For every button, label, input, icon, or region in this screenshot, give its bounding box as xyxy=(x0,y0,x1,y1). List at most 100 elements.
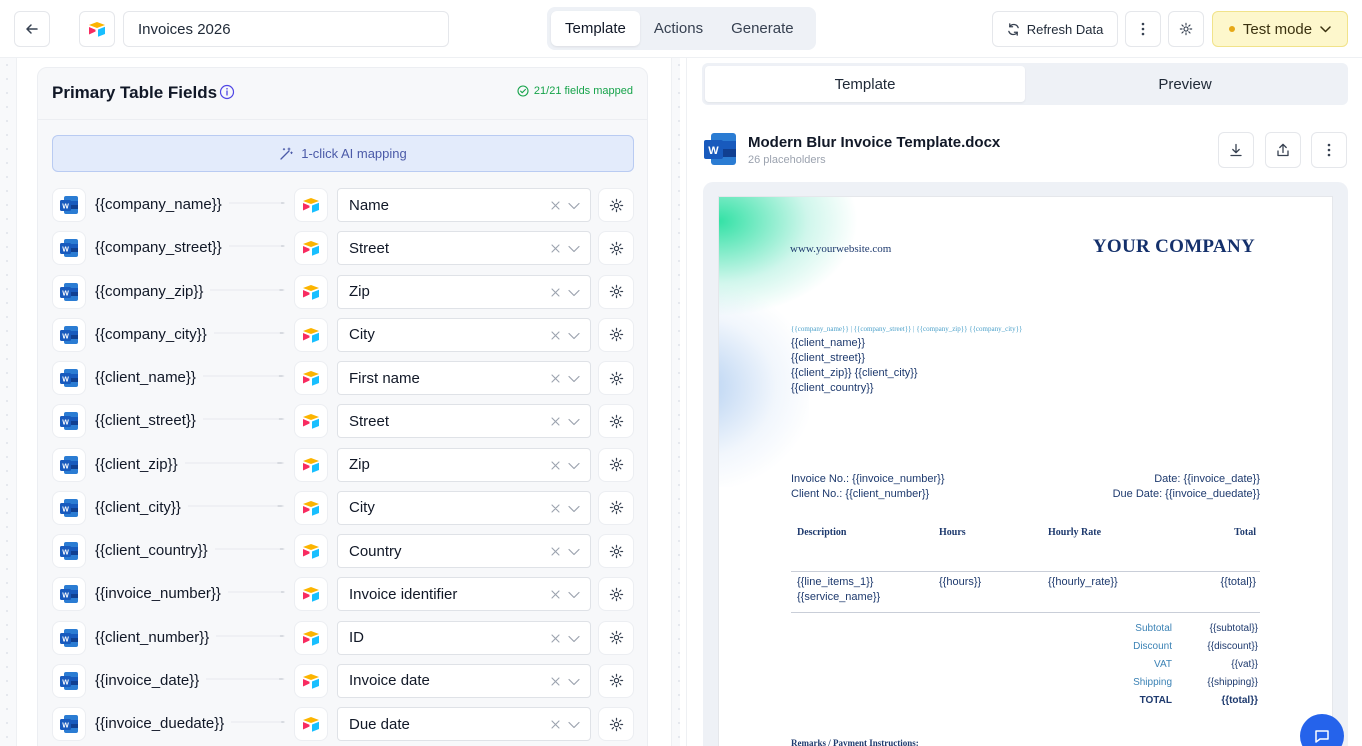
fields-mapped-label: 21/21 fields mapped xyxy=(533,85,633,97)
arrow-right-icon xyxy=(228,591,286,594)
arrow-right-icon xyxy=(215,548,285,550)
airtable-icon xyxy=(303,414,319,429)
gear-icon xyxy=(609,501,623,515)
chevron-down-icon[interactable] xyxy=(568,548,580,556)
more-menu-button[interactable] xyxy=(1125,11,1161,47)
airtable-field-badge xyxy=(294,404,328,439)
field-select-value: First name xyxy=(349,369,420,387)
upload-button[interactable] xyxy=(1265,132,1301,168)
chevron-down-icon[interactable] xyxy=(568,591,580,599)
chevron-down-icon[interactable] xyxy=(568,332,580,340)
download-button[interactable] xyxy=(1218,132,1254,168)
back-button[interactable] xyxy=(14,11,50,47)
settings-button[interactable] xyxy=(1168,11,1204,47)
field-settings-button[interactable] xyxy=(598,317,634,352)
clear-icon[interactable] xyxy=(551,633,560,643)
field-settings-button[interactable] xyxy=(598,620,634,655)
tab-generate[interactable]: Generate xyxy=(717,11,808,46)
field-select[interactable]: Country xyxy=(337,534,591,568)
chevron-down-icon[interactable] xyxy=(568,678,580,686)
field-select[interactable]: ID xyxy=(337,620,591,655)
field-select[interactable]: Zip xyxy=(337,274,591,309)
clear-icon[interactable] xyxy=(551,201,560,210)
field-select[interactable]: Invoice identifier xyxy=(337,577,591,612)
clear-icon[interactable] xyxy=(551,331,560,340)
chevron-down-icon[interactable] xyxy=(568,462,580,470)
info-icon[interactable] xyxy=(219,84,235,100)
field-select-value: Zip xyxy=(349,283,370,300)
field-select[interactable]: Street xyxy=(337,231,591,266)
field-settings-button[interactable] xyxy=(598,490,634,525)
clear-icon[interactable] xyxy=(551,677,560,686)
field-settings-button[interactable] xyxy=(598,274,634,309)
clear-icon[interactable] xyxy=(551,417,560,426)
airtable-icon xyxy=(303,241,319,256)
placeholder-name: {{company_zip}} xyxy=(95,282,204,300)
field-select[interactable]: City xyxy=(337,317,591,352)
chevron-down-icon[interactable] xyxy=(568,505,580,513)
airtable-icon xyxy=(303,717,319,732)
chevron-down-icon[interactable] xyxy=(568,721,580,729)
project-title-input[interactable] xyxy=(123,11,449,47)
field-select-value: Street xyxy=(349,412,390,430)
clear-icon[interactable] xyxy=(551,460,560,470)
more-vertical-icon xyxy=(1141,22,1145,36)
field-settings-button[interactable] xyxy=(598,534,634,568)
field-settings-button[interactable] xyxy=(598,577,634,612)
field-settings-button[interactable] xyxy=(598,663,634,698)
tab-template[interactable]: Template xyxy=(551,11,640,46)
mapping-list: W {{company_name}} Name W {{company_street}}… xyxy=(52,188,634,746)
chevron-down-icon[interactable] xyxy=(568,245,580,253)
word-source-badge: W xyxy=(52,663,86,698)
doc-client-line: {{client_country}} xyxy=(791,382,874,394)
svg-text:W: W xyxy=(62,723,69,730)
chevron-down-icon[interactable] xyxy=(568,289,580,297)
placeholder-name: {{client_name}} xyxy=(95,369,196,386)
refresh-data-button[interactable]: Refresh Data xyxy=(992,11,1118,47)
field-select[interactable]: First name xyxy=(337,361,591,395)
field-settings-button[interactable] xyxy=(598,188,634,222)
airtable-field-badge xyxy=(294,361,328,395)
chevron-down-icon[interactable] xyxy=(568,202,580,210)
ai-mapping-button[interactable]: 1-click AI mapping xyxy=(52,135,634,172)
airtable-logo-button[interactable] xyxy=(79,11,115,47)
airtable-icon xyxy=(303,327,319,343)
field-select[interactable]: City xyxy=(337,490,591,525)
field-settings-button[interactable] xyxy=(598,231,634,266)
tab-preview[interactable]: Preview xyxy=(1025,66,1345,102)
test-mode-dropdown[interactable]: Test mode xyxy=(1212,11,1348,47)
field-select[interactable]: Street xyxy=(337,404,591,439)
airtable-icon xyxy=(303,673,319,689)
file-more-button[interactable] xyxy=(1311,132,1347,168)
primary-table-fields-panel: Primary Table Fields 21/21 fields mapped… xyxy=(37,67,648,746)
field-select-value: ID xyxy=(349,629,364,646)
clear-icon[interactable] xyxy=(551,244,560,253)
field-select[interactable]: Invoice date xyxy=(337,663,591,698)
field-settings-button[interactable] xyxy=(598,707,634,741)
svg-text:W: W xyxy=(62,290,69,297)
clear-icon[interactable] xyxy=(551,547,560,556)
panel-header: Primary Table Fields 21/21 fields mapped xyxy=(38,68,647,120)
mapping-row: W {{company_zip}} Zip xyxy=(52,274,634,318)
svg-text:W: W xyxy=(62,377,69,384)
field-settings-button[interactable] xyxy=(598,404,634,439)
field-settings-button[interactable] xyxy=(598,361,634,395)
tab-actions[interactable]: Actions xyxy=(640,11,717,46)
airtable-field-badge xyxy=(294,274,328,309)
clear-icon[interactable] xyxy=(551,590,560,599)
field-select[interactable]: Name xyxy=(337,188,591,222)
field-select[interactable]: Due date xyxy=(337,707,591,741)
field-select[interactable]: Zip xyxy=(337,447,591,482)
chevron-down-icon[interactable] xyxy=(568,635,580,643)
chevron-down-icon[interactable] xyxy=(568,375,580,383)
clear-icon[interactable] xyxy=(551,374,560,383)
chevron-down-icon[interactable] xyxy=(568,418,580,426)
tab-preview-template[interactable]: Template xyxy=(705,66,1025,102)
clear-icon[interactable] xyxy=(551,504,560,513)
ai-mapping-label: 1-click AI mapping xyxy=(301,146,407,161)
field-settings-button[interactable] xyxy=(598,447,634,482)
word-icon: W xyxy=(60,282,78,301)
clear-icon[interactable] xyxy=(551,720,560,729)
clear-icon[interactable] xyxy=(551,287,560,297)
svg-text:W: W xyxy=(62,204,69,211)
